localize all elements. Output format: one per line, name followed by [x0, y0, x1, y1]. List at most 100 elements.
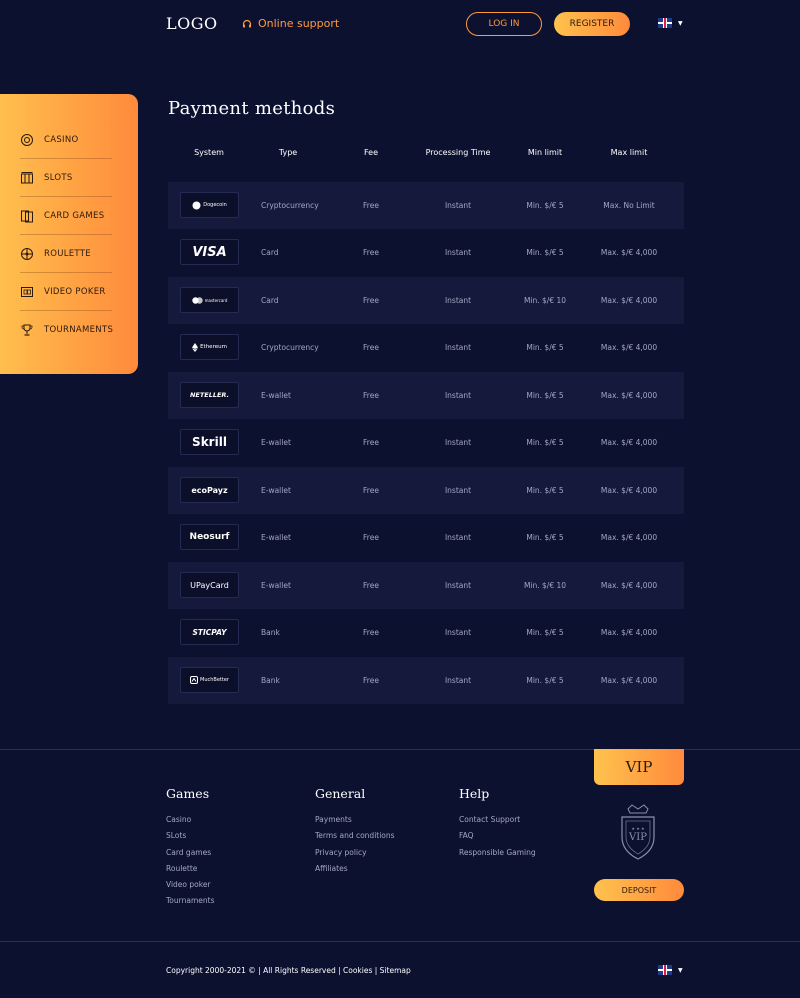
vip-tab[interactable]: VIP — [594, 749, 684, 785]
table-header: System Type Fee Processing Time Min limi… — [168, 148, 684, 162]
cell-max-limit: Max. $/€ 4,000 — [600, 533, 658, 542]
cell-type: E-wallet — [261, 486, 291, 495]
sidebar-item-slots[interactable]: SLOTS — [20, 159, 112, 197]
footer-column-help: Help Contact Support FAQ Responsible Gam… — [459, 786, 536, 864]
cell-processing-time: Instant — [444, 343, 472, 352]
online-support-label: Online support — [258, 17, 340, 30]
table-row: Skrill E-wallet Free Instant Min. $/€ 5 … — [168, 419, 684, 466]
cell-min-limit: Min. $/€ 5 — [526, 391, 564, 400]
register-button[interactable]: REGISTER — [554, 12, 630, 36]
cell-max-limit: Max. $/€ 4,000 — [600, 628, 658, 637]
cell-processing-time: Instant — [444, 533, 472, 542]
visa-logo: VISA — [180, 239, 239, 265]
table-row: MuchBetter Bank Free Instant Min. $/€ 5 … — [168, 657, 684, 704]
sidebar-item-label: CARD GAMES — [44, 210, 105, 221]
cell-type: E-wallet — [261, 438, 291, 447]
cell-fee: Free — [363, 391, 379, 400]
cell-processing-time: Instant — [444, 391, 472, 400]
footer-link[interactable]: SLots — [166, 831, 214, 847]
footer-link[interactable]: Card games — [166, 848, 214, 864]
cell-max-limit: Max. $/€ 4,000 — [600, 486, 658, 495]
table-row: UPayCard E-wallet Free Instant Min. $/€ … — [168, 562, 684, 609]
footer-link[interactable]: Casino — [166, 815, 214, 831]
muchbetter-icon — [190, 676, 199, 684]
cell-max-limit: Max. $/€ 4,000 — [600, 676, 658, 685]
logo[interactable]: LOGO — [166, 14, 218, 33]
vip-badge-text: VIP — [628, 832, 647, 843]
column-header-fee: Fee — [363, 148, 379, 157]
footer-link[interactable]: FAQ — [459, 831, 536, 847]
upaycard-logo: UPayCard — [180, 572, 239, 598]
cell-max-limit: Max. $/€ 4,000 — [600, 581, 658, 590]
copyright-text: Copyright 2000-2021 © | All Rights Reser… — [166, 966, 411, 975]
sidebar-item-label: TOURNAMENTS — [44, 325, 114, 335]
cell-type: Cryptocurrency — [261, 343, 319, 352]
footer-column-games: Games Casino SLots Card games Roulette V… — [166, 786, 214, 913]
cell-type: Card — [261, 248, 279, 257]
muchbetter-logo: MuchBetter — [180, 667, 239, 693]
footer-link[interactable]: Privacy policy — [315, 848, 395, 864]
online-support-link[interactable]: Online support — [242, 17, 339, 30]
sidebar-item-card-games[interactable]: CARD GAMES — [20, 197, 112, 235]
ecopayz-logo: ecoPayz — [180, 477, 239, 503]
footer-heading: Games — [166, 786, 210, 801]
vip-shield-icon: VIP ★ ★ ★ — [621, 804, 655, 860]
cell-processing-time: Instant — [444, 486, 472, 495]
chevron-down-icon: ▼ — [678, 966, 683, 974]
cell-min-limit: Min. $/€ 5 — [526, 533, 564, 542]
footer-link[interactable]: Affiliates — [315, 864, 395, 880]
page-title: Payment methods — [168, 98, 336, 119]
headset-icon — [242, 19, 252, 27]
footer-heading: General — [315, 786, 366, 801]
column-header-max-limit: Max limit — [610, 148, 648, 157]
casino-chip-icon — [20, 133, 34, 147]
cell-type: E-wallet — [261, 581, 291, 590]
cell-min-limit: Min. $/€ 5 — [526, 628, 564, 637]
dogecoin-coin-icon — [192, 201, 201, 209]
cell-min-limit: Min. $/€ 5 — [526, 438, 564, 447]
cell-fee: Free — [363, 438, 379, 447]
cell-min-limit: Min. $/€ 5 — [526, 201, 564, 210]
header: LOGO Online support LOG IN REGISTER ▼ — [0, 0, 800, 48]
deposit-button[interactable]: DEPOSIT — [594, 879, 684, 901]
neteller-logo: NETELLER. — [180, 382, 239, 408]
cell-fee: Free — [363, 676, 379, 685]
cell-fee: Free — [363, 248, 379, 257]
footer-link[interactable]: Contact Support — [459, 815, 536, 831]
footer-link[interactable]: Payments — [315, 815, 395, 831]
footer-link[interactable]: Responsible Gaming — [459, 848, 536, 864]
cell-min-limit: Min. $/€ 5 — [526, 676, 564, 685]
language-selector[interactable]: ▼ — [658, 18, 683, 28]
sidebar-item-roulette[interactable]: ROULETTE — [20, 235, 112, 273]
footer-link[interactable]: Terms and conditions — [315, 831, 395, 847]
cell-min-limit: Min. $/€ 5 — [526, 343, 564, 352]
cell-processing-time: Instant — [444, 676, 472, 685]
cell-fee: Free — [363, 486, 379, 495]
cell-max-limit: Max. $/€ 4,000 — [600, 343, 658, 352]
sidebar-item-tournaments[interactable]: TOURNAMENTS — [20, 311, 114, 349]
cell-type: Bank — [261, 676, 280, 685]
column-header-type: Type — [278, 148, 298, 157]
sidebar-item-video-poker[interactable]: VIDEO POKER — [20, 273, 112, 311]
ethereum-diamond-icon — [192, 342, 199, 352]
uk-flag-icon — [658, 18, 672, 28]
sidebar: CASINO SLOTS CARD GAMES ROULETTE VIDEO P… — [0, 94, 138, 374]
cell-processing-time: Instant — [444, 201, 472, 210]
skrill-logo: Skrill — [180, 429, 239, 455]
table-row: ecoPayz E-wallet Free Instant Min. $/€ 5… — [168, 467, 684, 514]
table-row: Neosurf E-wallet Free Instant Min. $/€ 5… — [168, 514, 684, 561]
neosurf-logo: Neosurf — [180, 524, 239, 550]
cell-fee: Free — [363, 296, 379, 305]
cell-max-limit: Max. $/€ 4,000 — [600, 438, 658, 447]
chevron-down-icon: ▼ — [678, 19, 683, 27]
sidebar-item-casino[interactable]: CASINO — [20, 121, 112, 159]
login-button[interactable]: LOG IN — [466, 12, 542, 36]
footer-language-selector[interactable]: ▼ — [658, 965, 683, 975]
footer-link[interactable]: Video poker — [166, 880, 214, 896]
column-header-processing-time: Processing Time — [425, 148, 491, 157]
footer-link[interactable]: Tournaments — [166, 896, 214, 912]
cell-min-limit: Min. $/€ 5 — [526, 248, 564, 257]
cell-processing-time: Instant — [444, 628, 472, 637]
table-row: NETELLER. E-wallet Free Instant Min. $/€… — [168, 372, 684, 419]
footer-link[interactable]: Roulette — [166, 864, 214, 880]
